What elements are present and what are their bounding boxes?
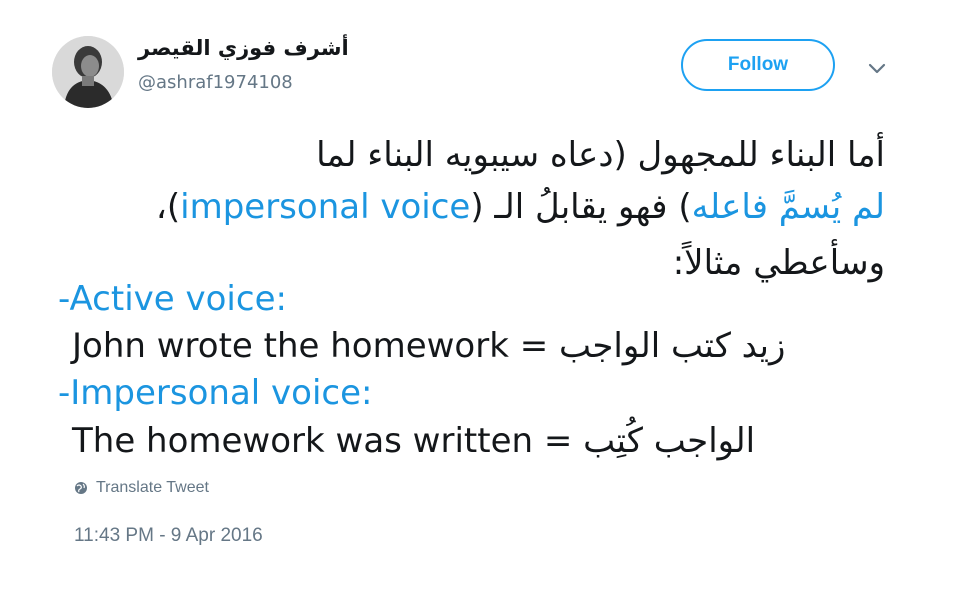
tweet-text-segment: ) فهو يقابلُ الـ ( <box>470 187 692 227</box>
hashtag-link[interactable]: لم يُسمَّ فاعله <box>692 187 885 227</box>
hashtag-link-impersonal-voice[interactable]: impersonal voice <box>180 187 470 227</box>
translate-tweet-button[interactable]: Translate Tweet <box>74 479 209 497</box>
active-voice-heading[interactable]: -Active voice: <box>58 282 287 316</box>
translate-tweet-label[interactable]: Translate Tweet <box>96 479 209 497</box>
globe-icon <box>75 482 87 494</box>
active-voice-example: John wrote the homework = زيد كتب الواجب <box>72 326 786 366</box>
tweet-text: أما البناء للمجهول (دعاه سيبويه البناء ل… <box>0 0 959 470</box>
tweet-line-3: وسأعطي مثالاً: <box>672 243 885 283</box>
tweet-text-segment: )، <box>155 187 181 227</box>
tweet-line-2: لم يُسمَّ فاعله) فهو يقابلُ الـ (imperso… <box>156 190 885 224</box>
tweet-timestamp[interactable]: 11:43 PM - 9 Apr 2016 <box>74 525 263 547</box>
tweet-line-1: أما البناء للمجهول (دعاه سيبويه البناء ل… <box>316 135 885 175</box>
impersonal-voice-example: The homework was written = الواجب كُتِب <box>72 421 756 461</box>
impersonal-voice-heading[interactable]: -Impersonal voice: <box>58 376 372 410</box>
